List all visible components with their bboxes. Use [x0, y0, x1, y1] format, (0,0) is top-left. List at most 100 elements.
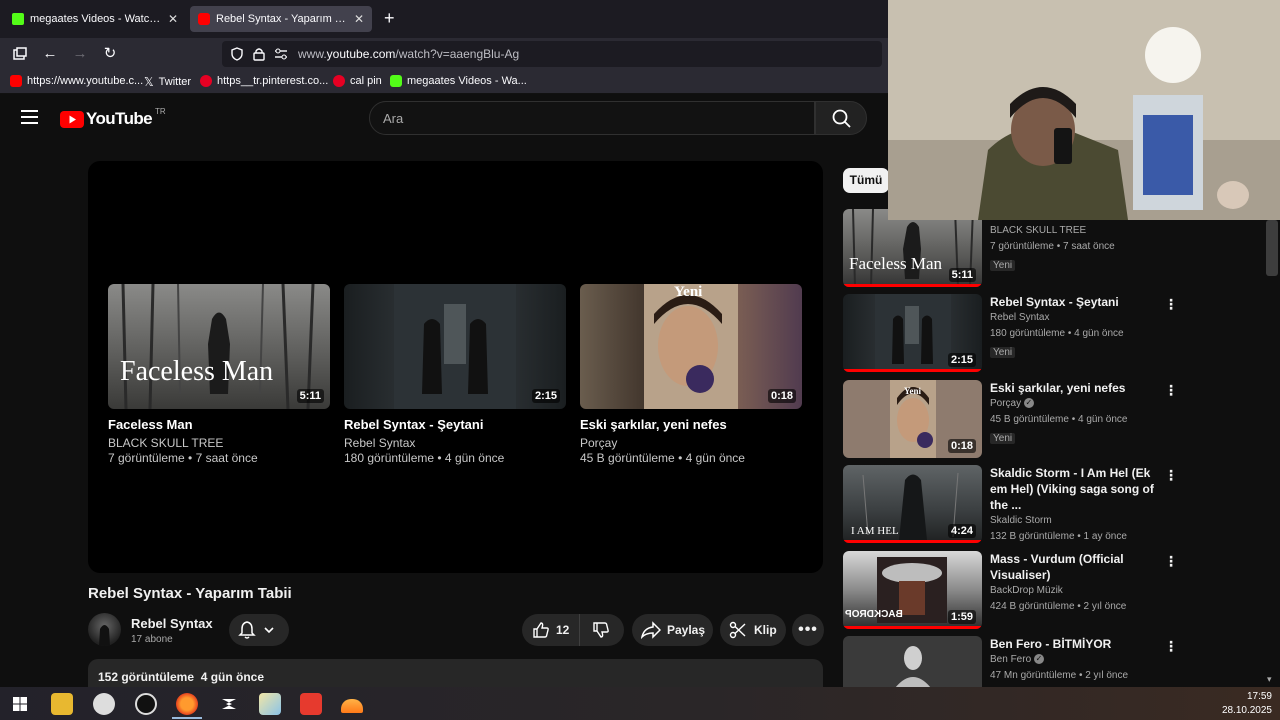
- related-thumbnail[interactable]: [843, 636, 982, 687]
- bookmark-megaates[interactable]: megaates Videos - Wa...: [390, 75, 527, 87]
- clip-button[interactable]: Klip: [720, 614, 786, 646]
- end-card-thumbnail[interactable]: Faceless Man 5:11: [108, 284, 330, 409]
- lock-icon[interactable]: [253, 47, 265, 61]
- related-stats: 47 Mn görüntüleme • 2 yıl önce: [990, 670, 1129, 681]
- related-channel[interactable]: BLACK SKULL TREE: [990, 223, 1160, 239]
- search-icon: [832, 109, 851, 128]
- duration-badge: 4:24: [947, 524, 976, 538]
- close-tab-icon[interactable]: ✕: [354, 12, 364, 26]
- related-thumbnail[interactable]: 2:15: [843, 294, 982, 372]
- more-vertical-icon[interactable]: ⋮: [1163, 553, 1179, 569]
- end-card-seytani[interactable]: 2:15 Rebel Syntax - Şeytani Rebel Syntax…: [344, 284, 566, 466]
- more-actions-button[interactable]: •••: [792, 614, 824, 646]
- end-card-thumbnail[interactable]: 2:15: [344, 284, 566, 409]
- x-logo-icon: 𝕏: [144, 75, 154, 89]
- related-title[interactable]: Rebel Syntax - Şeytani: [990, 294, 1160, 310]
- search-input[interactable]: Ara: [369, 101, 815, 135]
- new-badge: Yeni: [990, 260, 1016, 271]
- channel-avatar[interactable]: [88, 613, 121, 646]
- end-card-channel[interactable]: BLACK SKULL TREE: [108, 436, 330, 451]
- bookmark-pinterest[interactable]: https__tr.pinterest.co...: [200, 75, 328, 87]
- firefox-icon[interactable]: [176, 693, 198, 715]
- related-title[interactable]: Ben Fero - BİTMİYOR: [990, 636, 1160, 652]
- scroll-down-arrow-icon[interactable]: ▾: [1267, 674, 1272, 685]
- bookmark-cal-pin[interactable]: cal pin: [333, 75, 382, 87]
- browser-tab-youtube[interactable]: Rebel Syntax - Yaparım Tabii - Yo ✕: [190, 6, 372, 32]
- related-channel[interactable]: Skaldic Storm: [990, 513, 1160, 529]
- app-icon-red[interactable]: [300, 693, 322, 715]
- channel-name[interactable]: Rebel Syntax: [131, 616, 213, 631]
- back-button[interactable]: ←: [40, 44, 60, 64]
- related-thumbnail[interactable]: I AM HEL 4:24: [843, 465, 982, 543]
- more-vertical-icon[interactable]: ⋮: [1163, 382, 1179, 398]
- browser-tab-megaates[interactable]: megaates Videos - Watch On-D ✕: [4, 6, 186, 32]
- bookmark-youtube[interactable]: https://www.youtube.c...: [10, 75, 143, 87]
- pinterest-icon: [200, 75, 212, 87]
- subscription-bell-button[interactable]: [229, 614, 289, 646]
- end-card-stats: 180 görüntüleme • 4 gün önce: [344, 451, 505, 465]
- search-button[interactable]: [815, 101, 867, 135]
- related-video-item[interactable]: Yeni 0:18 Eski şarkılar, yeni nefes Porç…: [843, 380, 1188, 460]
- related-video-item[interactable]: 2:15 Rebel Syntax - Şeytani Rebel Syntax…: [843, 294, 1188, 374]
- more-vertical-icon[interactable]: ⋮: [1163, 467, 1179, 483]
- new-tab-button[interactable]: +: [384, 8, 395, 28]
- shield-icon[interactable]: [230, 47, 244, 61]
- related-thumbnail[interactable]: BACKDROP 1:59: [843, 551, 982, 629]
- related-title[interactable]: Eski şarkılar, yeni nefes: [990, 380, 1160, 396]
- system-clock[interactable]: 17:59 28.10.2025: [1222, 690, 1272, 718]
- related-video-item[interactable]: Faceless Man 5:11 Faceless Man BLACK SKU…: [843, 209, 1188, 289]
- bookmarks-bar: https://www.youtube.c... 𝕏 Twitter https_…: [0, 70, 888, 94]
- end-card-title[interactable]: Faceless Man: [108, 417, 330, 432]
- permissions-icon[interactable]: [274, 48, 288, 60]
- end-card-channel[interactable]: Rebel Syntax: [344, 436, 566, 451]
- thumbs-up-icon: [533, 622, 549, 638]
- dislike-button[interactable]: [580, 614, 610, 646]
- end-card-title[interactable]: Rebel Syntax - Şeytani: [344, 417, 566, 432]
- more-vertical-icon[interactable]: ⋮: [1163, 638, 1179, 654]
- end-card-thumbnail[interactable]: Yeni 0:18: [580, 284, 802, 409]
- app-icon-cube[interactable]: [259, 693, 281, 715]
- youtube-icon: [198, 13, 210, 25]
- soundcloud-icon[interactable]: [341, 699, 363, 713]
- windows-start-icon[interactable]: [9, 693, 31, 715]
- chip-all[interactable]: Tümü: [843, 168, 889, 193]
- related-title[interactable]: Skaldic Storm - I Am Hel (Ek em Hel) (Vi…: [990, 465, 1160, 513]
- file-explorer-icon[interactable]: [51, 693, 73, 715]
- end-card-title[interactable]: Eski şarkılar, yeni nefes: [580, 417, 802, 432]
- app-icon-figure[interactable]: [93, 693, 115, 715]
- address-bar[interactable]: www.youtube.com/watch?v=aaengBlu-Ag: [222, 41, 882, 67]
- end-card-faceless-man[interactable]: Faceless Man 5:11 Faceless Man BLACK SKU…: [108, 284, 330, 466]
- related-channel[interactable]: BackDrop Müzik: [990, 583, 1160, 599]
- end-card-eski-sarkilar[interactable]: Yeni 0:18 Eski şarkılar, yeni nefes Porç…: [580, 284, 802, 466]
- video-player[interactable]: Faceless Man 5:11 Faceless Man BLACK SKU…: [88, 161, 823, 573]
- youtube-icon: [10, 75, 22, 87]
- related-video-item[interactable]: I AM HEL 4:24 Skaldic Storm - I Am Hel (…: [843, 465, 1188, 545]
- related-channel[interactable]: Porçay ✓: [990, 396, 1160, 412]
- duration-badge: 2:15: [947, 353, 976, 367]
- bookmark-label: cal pin: [350, 75, 382, 87]
- forward-button[interactable]: →: [70, 44, 90, 64]
- app-icon-circle[interactable]: [135, 693, 157, 715]
- related-video-item[interactable]: Ben Fero - BİTMİYOR Ben Fero ✓ 47 Mn gör…: [843, 636, 1188, 687]
- kick-icon: [12, 13, 24, 25]
- related-video-item[interactable]: BACKDROP 1:59 Mass - Vurdum (Official Vi…: [843, 551, 1188, 631]
- capcut-icon[interactable]: [218, 693, 240, 715]
- end-card-channel[interactable]: Porçay: [580, 436, 802, 451]
- share-button[interactable]: Paylaş: [632, 614, 713, 646]
- reload-button[interactable]: ↻: [100, 44, 120, 64]
- tab-view-icon[interactable]: [10, 44, 30, 64]
- bookmark-twitter[interactable]: 𝕏 Twitter: [144, 75, 191, 89]
- watch-progress-bar: [843, 284, 982, 287]
- related-title[interactable]: Mass - Vurdum (Official Visualiser): [990, 551, 1160, 583]
- thumbs-down-icon: [593, 622, 610, 638]
- close-tab-icon[interactable]: ✕: [168, 12, 178, 26]
- sidebar-scrollbar-thumb[interactable]: [1266, 220, 1278, 276]
- like-button[interactable]: 12: [522, 614, 581, 646]
- related-thumbnail[interactable]: Faceless Man 5:11: [843, 209, 982, 287]
- related-channel[interactable]: Rebel Syntax: [990, 310, 1160, 326]
- more-vertical-icon[interactable]: ⋮: [1163, 296, 1179, 312]
- menu-icon[interactable]: [21, 110, 38, 124]
- related-channel[interactable]: Ben Fero ✓: [990, 652, 1160, 668]
- youtube-logo[interactable]: YouTube TR: [60, 107, 166, 129]
- related-thumbnail[interactable]: Yeni 0:18: [843, 380, 982, 458]
